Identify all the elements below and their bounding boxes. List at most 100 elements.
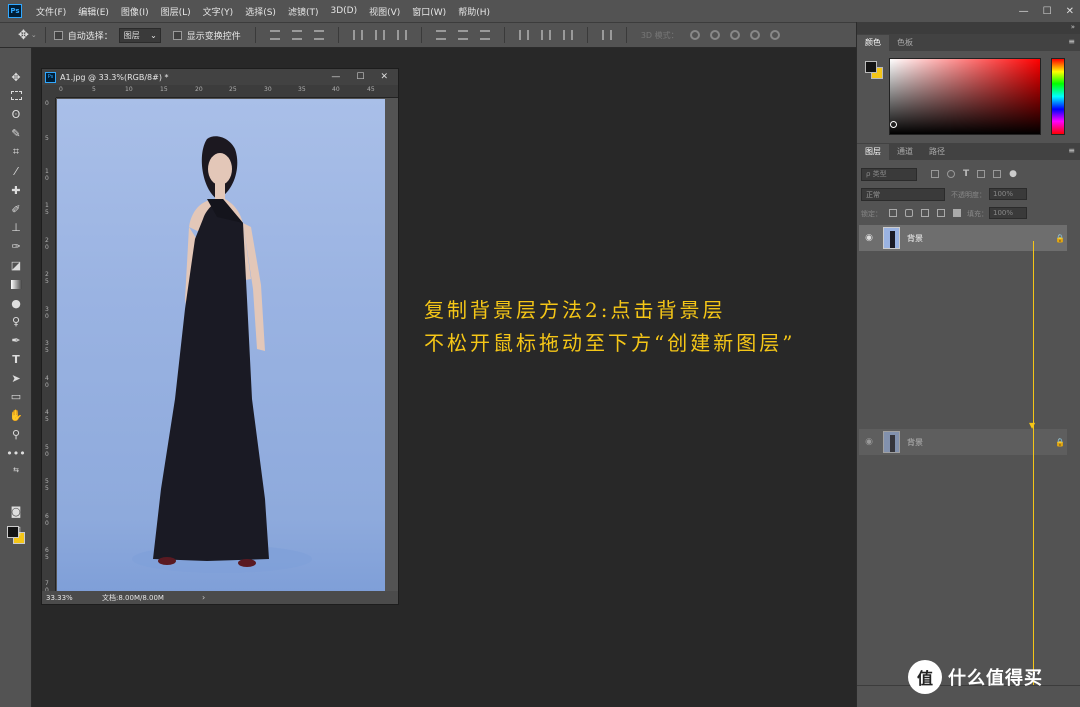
- more-tools-icon[interactable]: •••: [6, 446, 25, 460]
- tab-color[interactable]: 颜色: [857, 35, 889, 51]
- pen-tool-icon[interactable]: ✒: [8, 333, 24, 347]
- align-right-icon[interactable]: [396, 30, 407, 40]
- clone-stamp-tool-icon[interactable]: ⊥: [8, 220, 24, 234]
- menu-layer[interactable]: 图层(L): [155, 5, 197, 18]
- menu-filter[interactable]: 滤镜(T): [282, 5, 325, 18]
- color-panel-foreground-swatch[interactable]: [865, 61, 877, 73]
- menu-select[interactable]: 选择(S): [239, 5, 282, 18]
- healing-brush-tool-icon[interactable]: ✚: [8, 183, 24, 197]
- opacity-field[interactable]: 100%: [989, 188, 1027, 200]
- menu-window[interactable]: 窗口(W): [406, 5, 452, 18]
- panel-menu-icon[interactable]: ≡: [1068, 146, 1075, 155]
- smart-object-filter-icon[interactable]: [993, 170, 1002, 178]
- zoom-level[interactable]: 33.33%: [46, 594, 102, 602]
- crop-tool-icon[interactable]: ⌗: [8, 145, 24, 159]
- menu-file[interactable]: 文件(F): [30, 5, 72, 18]
- slide-3d-icon[interactable]: [749, 30, 760, 40]
- document-titlebar[interactable]: Ps A1.jpg @ 33.3%(RGB/8#) * — ☐ ✕: [42, 69, 398, 85]
- color-spectrum-field[interactable]: [889, 58, 1041, 135]
- lasso-tool-icon[interactable]: ʘ: [8, 107, 24, 121]
- align-hcenter-icon[interactable]: [374, 30, 385, 40]
- show-transform-checkbox[interactable]: [172, 30, 182, 40]
- distribute-bottom-icon[interactable]: [479, 30, 490, 40]
- tab-swatches[interactable]: 色板: [889, 35, 921, 51]
- hue-slider[interactable]: [1051, 58, 1065, 135]
- tab-channels[interactable]: 通道: [889, 144, 921, 160]
- menu-3d[interactable]: 3D(D): [324, 6, 363, 16]
- align-left-icon[interactable]: [352, 30, 363, 40]
- distribute-vcenter-icon[interactable]: [457, 30, 468, 40]
- distribute-right-icon[interactable]: [562, 30, 573, 40]
- distribute-top-icon[interactable]: [435, 30, 446, 40]
- auto-align-icon[interactable]: [601, 30, 612, 40]
- lock-image-icon[interactable]: [905, 209, 913, 217]
- gradient-tool-icon[interactable]: [8, 277, 24, 291]
- orbit-3d-icon[interactable]: [689, 30, 700, 40]
- lock-position-icon[interactable]: [921, 209, 929, 217]
- filter-toggle-icon[interactable]: ●: [1009, 169, 1017, 179]
- lock-artboard-icon[interactable]: [937, 209, 945, 217]
- type-filter-icon[interactable]: T: [963, 169, 969, 179]
- document-canvas[interactable]: [57, 99, 385, 591]
- quick-select-tool-icon[interactable]: ✎: [8, 126, 24, 140]
- move-tool-icon[interactable]: ✥: [8, 70, 24, 84]
- pan-3d-icon[interactable]: [729, 30, 740, 40]
- tab-paths[interactable]: 路径: [921, 144, 953, 160]
- doc-minimize-button[interactable]: —: [331, 72, 340, 82]
- menu-view[interactable]: 视图(V): [363, 5, 406, 18]
- pixel-filter-icon[interactable]: [931, 170, 939, 178]
- shape-tool-icon[interactable]: ▭: [8, 389, 24, 403]
- close-button[interactable]: ✕: [1066, 6, 1074, 17]
- hand-tool-icon[interactable]: ✋: [8, 408, 24, 422]
- auto-select-dropdown[interactable]: 图层 ⌄: [118, 27, 161, 43]
- marquee-tool-icon[interactable]: [8, 88, 24, 102]
- align-bottom-icon[interactable]: [313, 30, 324, 40]
- distribute-hcenter-icon[interactable]: [540, 30, 551, 40]
- doc-close-button[interactable]: ✕: [380, 72, 388, 82]
- tab-layers[interactable]: 图层: [857, 144, 889, 160]
- brush-tool-icon[interactable]: ✐: [8, 202, 24, 216]
- menu-edit[interactable]: 编辑(E): [72, 5, 115, 18]
- quick-mask-icon[interactable]: ◙: [8, 504, 24, 518]
- adjustment-filter-icon[interactable]: [947, 170, 955, 178]
- ruler-tick-label: 10: [125, 86, 133, 93]
- zoom-tool-icon[interactable]: ⚲: [8, 427, 24, 441]
- dodge-tool-icon[interactable]: ♀: [8, 314, 24, 328]
- path-selection-tool-icon[interactable]: ➤: [8, 371, 24, 385]
- foreground-color-swatch[interactable]: [7, 526, 19, 538]
- menu-type[interactable]: 文字(Y): [197, 5, 240, 18]
- menu-help[interactable]: 帮助(H): [452, 5, 496, 18]
- visibility-eye-icon[interactable]: ◉: [863, 233, 875, 243]
- panel-menu-icon[interactable]: ≡: [1068, 37, 1075, 46]
- document-size: 文档:8.00M/8.00M: [102, 593, 164, 602]
- eyedropper-tool-icon[interactable]: ⁄: [8, 164, 24, 178]
- move-tool-icon[interactable]: ✥: [18, 28, 29, 43]
- swap-colors-icon[interactable]: ⇆: [8, 463, 24, 477]
- fill-field[interactable]: 100%: [989, 207, 1027, 219]
- status-menu-arrow-icon[interactable]: ›: [202, 593, 205, 602]
- blend-mode-select[interactable]: 正常: [861, 188, 945, 201]
- maximize-button[interactable]: ☐: [1043, 6, 1052, 17]
- auto-select-checkbox[interactable]: [53, 30, 63, 40]
- eraser-tool-icon[interactable]: ◪: [8, 258, 24, 272]
- chevron-down-icon[interactable]: ⌄: [31, 31, 37, 39]
- history-brush-tool-icon[interactable]: ✑: [8, 239, 24, 253]
- distribute-left-icon[interactable]: [518, 30, 529, 40]
- shape-filter-icon[interactable]: [977, 170, 986, 178]
- blur-tool-icon[interactable]: ●: [8, 296, 24, 310]
- lock-transparent-icon[interactable]: [889, 209, 897, 217]
- doc-maximize-button[interactable]: ☐: [356, 72, 364, 82]
- divider: [503, 27, 505, 43]
- align-vcenter-icon[interactable]: [291, 30, 302, 40]
- collapse-panels-icon[interactable]: »: [1071, 23, 1075, 31]
- lock-all-icon[interactable]: [953, 209, 961, 217]
- minimize-button[interactable]: —: [1019, 6, 1029, 17]
- type-tool-icon[interactable]: T: [8, 352, 24, 366]
- layer-kind-filter[interactable]: ρ 类型: [861, 167, 917, 181]
- scale-3d-icon[interactable]: [769, 30, 780, 40]
- layer-row-background[interactable]: ◉ 背景 🔒: [859, 225, 1067, 251]
- align-top-icon[interactable]: [269, 30, 280, 40]
- roll-3d-icon[interactable]: [709, 30, 720, 40]
- menu-image[interactable]: 图像(I): [115, 5, 155, 18]
- color-picker-cursor[interactable]: [890, 121, 897, 128]
